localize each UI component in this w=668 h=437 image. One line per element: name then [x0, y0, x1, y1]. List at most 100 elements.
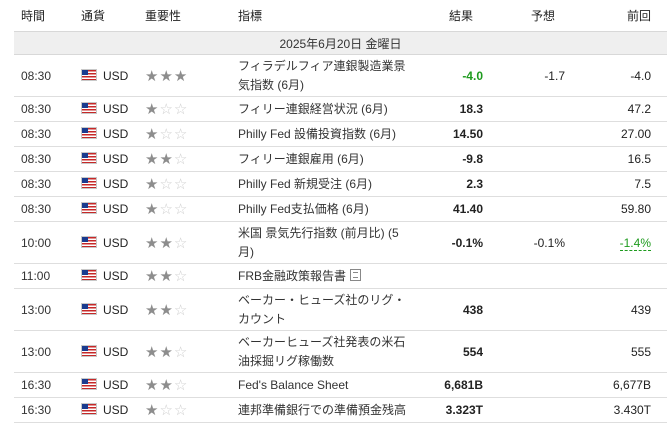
table-row[interactable]: 08:30 USD ★☆☆ Philly Fed 新規受注 (6月) 2.3 7.5: [14, 171, 667, 197]
star-filled-icon: ★: [159, 343, 174, 361]
indicator-link[interactable]: フィリー連銀経営状況 (6月): [238, 102, 388, 116]
event-indicator[interactable]: フィラデルフィア連銀製造業景気指数 (6月): [231, 54, 407, 97]
event-currency: USD: [74, 54, 138, 97]
event-actual: 554: [407, 330, 493, 373]
event-actual: -0.1%: [407, 221, 493, 264]
table-row[interactable]: 13:00 USD ★★☆ ベーカー・ヒューズ社のリグ・カウント 438 439: [14, 288, 667, 331]
table-row[interactable]: 08:30 USD ★☆☆ Philly Fed支払価格 (6月) 41.40 59.80: [14, 196, 667, 222]
event-currency: USD: [74, 146, 138, 172]
star-filled-icon: ★: [145, 402, 160, 419]
table-row[interactable]: 08:30 USD ★☆☆ Philly Fed 設備投資指数 (6月) 14.50 27…: [14, 121, 667, 147]
indicator-link[interactable]: Philly Fed 新規受注 (6月): [238, 177, 372, 191]
header-indicator: 指標: [231, 0, 407, 32]
event-forecast: [493, 397, 575, 423]
event-indicator[interactable]: Philly Fed 新規受注 (6月): [231, 171, 407, 197]
event-indicator[interactable]: 米国 景気先行指数 (前月比) (5月): [231, 221, 407, 264]
event-time: 13:00: [14, 330, 74, 373]
us-flag-icon: [81, 302, 97, 315]
event-indicator[interactable]: FRB金融政策報告書: [231, 263, 407, 289]
currency-code: USD: [103, 102, 129, 116]
event-previous: 16.5: [575, 146, 667, 172]
event-indicator[interactable]: フィリー連銀雇用 (6月): [231, 146, 407, 172]
importance-rating: ★★☆: [138, 330, 231, 373]
importance-rating: ★☆☆: [138, 121, 231, 147]
indicator-link[interactable]: フィリー連銀雇用 (6月): [238, 152, 364, 166]
event-time: 10:00: [14, 221, 74, 264]
event-forecast: [493, 96, 575, 122]
previous-value: 7.5: [634, 177, 651, 191]
event-indicator[interactable]: Fed's Balance Sheet: [231, 372, 407, 398]
us-flag-icon: [81, 102, 97, 114]
us-flag-icon: [81, 235, 97, 248]
indicator-link[interactable]: 連邦準備銀行での準備預金残高: [238, 403, 406, 417]
event-previous: 27.00: [575, 121, 667, 147]
importance-rating: ★★☆: [138, 221, 231, 264]
event-actual: 438: [407, 288, 493, 331]
event-time: 08:30: [14, 146, 74, 172]
table-row[interactable]: 16:30 USD ★★☆ Fed's Balance Sheet 6,681B 6,67…: [14, 372, 667, 398]
currency-code: USD: [103, 344, 129, 359]
event-time: 11:00: [14, 263, 74, 289]
table-row[interactable]: 10:00 USD ★★☆ 米国 景気先行指数 (前月比) (5月) -0.1% -0.1…: [14, 221, 667, 264]
currency-code: USD: [103, 177, 129, 191]
table-row[interactable]: 08:30 USD ★★★ フィラデルフィア連銀製造業景気指数 (6月) -4.0 -1.…: [14, 54, 667, 97]
event-indicator[interactable]: 連邦準備銀行での準備預金残高: [231, 397, 407, 423]
star-empty-icon: ☆: [159, 402, 174, 419]
event-indicator[interactable]: Philly Fed 設備投資指数 (6月): [231, 121, 407, 147]
indicator-link[interactable]: FRB金融政策報告書: [238, 269, 346, 283]
us-flag-icon: [81, 202, 97, 214]
importance-rating: ★★☆: [138, 372, 231, 398]
star-filled-icon: ★: [145, 343, 160, 361]
event-previous: 47.2: [575, 96, 667, 122]
event-currency: USD: [74, 372, 138, 398]
event-forecast: -0.1%: [493, 221, 575, 264]
star-empty-icon: ☆: [159, 201, 174, 218]
event-currency: USD: [74, 196, 138, 222]
us-flag-icon: [81, 177, 97, 189]
star-empty-icon: ☆: [159, 101, 174, 118]
event-forecast: [493, 288, 575, 331]
table-row[interactable]: 16:30 USD ★☆☆ 連邦準備銀行での準備預金残高 3.323T 3.430T: [14, 397, 667, 423]
indicator-link[interactable]: Philly Fed 設備投資指数 (6月): [238, 127, 396, 141]
event-indicator[interactable]: ベーカー・ヒューズ社のリグ・カウント: [231, 288, 407, 331]
event-forecast: [493, 196, 575, 222]
event-previous: 59.80: [575, 196, 667, 222]
event-indicator[interactable]: フィリー連銀経営状況 (6月): [231, 96, 407, 122]
header-forecast: 予想: [493, 0, 575, 32]
star-filled-icon: ★: [145, 377, 160, 394]
table-row[interactable]: 08:30 USD ★★☆ フィリー連銀雇用 (6月) -9.8 16.5: [14, 146, 667, 172]
importance-rating: ★★☆: [138, 288, 231, 331]
indicator-link[interactable]: Fed's Balance Sheet: [238, 378, 348, 392]
star-empty-icon: ☆: [159, 176, 174, 193]
indicator-link[interactable]: ベーカー・ヒューズ社のリグ・カウント: [238, 293, 405, 326]
star-filled-icon: ★: [145, 201, 160, 218]
event-previous: -4.0: [575, 54, 667, 97]
previous-value: 6,677B: [612, 378, 651, 392]
event-actual: [407, 263, 493, 289]
previous-value: -1.4%: [619, 235, 651, 251]
table-row[interactable]: 08:30 USD ★☆☆ フィリー連銀経営状況 (6月) 18.3 47.2: [14, 96, 667, 122]
document-icon: [350, 268, 362, 281]
event-indicator[interactable]: Philly Fed支払価格 (6月): [231, 196, 407, 222]
previous-value: 555: [630, 344, 651, 359]
us-flag-icon: [81, 127, 97, 139]
previous-value: 59.80: [620, 202, 651, 216]
currency-code: USD: [103, 302, 129, 317]
star-filled-icon: ★: [159, 234, 174, 252]
indicator-link[interactable]: フィラデルフィア連銀製造業景気指数 (6月): [238, 59, 406, 92]
star-empty-icon: ☆: [159, 126, 174, 143]
table-row[interactable]: 11:00 USD ★★☆ FRB金融政策報告書: [14, 263, 667, 289]
indicator-link[interactable]: 米国 景気先行指数 (前月比) (5月): [238, 226, 399, 259]
header-currency: 通貨: [74, 0, 138, 32]
star-filled-icon: ★: [145, 268, 160, 285]
indicator-link[interactable]: ベーカーヒューズ社発表の米石油採掘リグ稼働数: [238, 335, 405, 368]
importance-rating: ★★★: [138, 54, 231, 97]
star-empty-icon: ☆: [173, 176, 189, 193]
star-filled-icon: ★: [173, 67, 189, 85]
event-indicator[interactable]: ベーカーヒューズ社発表の米石油採掘リグ稼働数: [231, 330, 407, 373]
indicator-link[interactable]: Philly Fed支払価格 (6月): [238, 202, 369, 216]
table-row[interactable]: 13:00 USD ★★☆ ベーカーヒューズ社発表の米石油採掘リグ稼働数 554 555: [14, 330, 667, 373]
event-previous: [575, 263, 667, 289]
event-forecast: [493, 121, 575, 147]
event-forecast: [493, 330, 575, 373]
